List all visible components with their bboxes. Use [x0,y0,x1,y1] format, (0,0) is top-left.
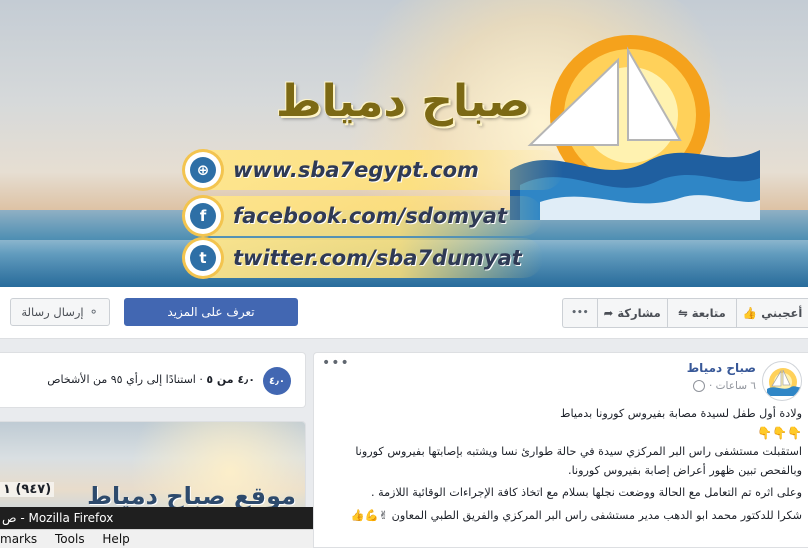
post-meta: ٦ ساعات · [693,380,756,392]
website-banner-text: موقع صباح دمياط [87,482,296,510]
firefox-menu-bar: marks Tools Help [0,529,313,548]
like-button[interactable]: 👍 أعجبني [736,299,808,327]
facebook-link-bar: f facebook.com/sdomyat [183,196,543,236]
follow-label: متابعة [691,306,726,320]
globe-icon: ⊕ [185,152,221,188]
facebook-icon: f [185,198,221,234]
post-options-button[interactable]: ••• [322,355,350,371]
sailboat-sun-logo [510,35,760,220]
menu-tools[interactable]: Tools [55,530,85,548]
rating-summary: ٤٫٠ من ٥ · استنادًا إلى رأي ٩٥ من الأشخا… [47,373,255,386]
globe-icon [693,380,705,392]
twitter-icon: t [185,240,221,276]
rating-card[interactable]: ٤٫٠ ٤٫٠ من ٥ · استنادًا إلى رأي ٩٥ من ال… [0,352,306,408]
post-line: شكرا للدكتور محمد ابو الدهب مدير مستشفى … [350,508,802,522]
website-link-text: www.sba7egypt.com [233,158,479,182]
cover-wordmark: صباح دمياط [275,76,530,127]
share-label: مشاركة [617,306,661,320]
website-banner-image: موقع صباح دمياط [0,422,305,547]
share-icon: ➦ [603,306,614,320]
more-dots-icon: ••• [571,308,589,318]
learn-more-button[interactable]: تعرف على المزيد [124,298,298,326]
menu-bookmarks[interactable]: marks [0,530,37,548]
post-line: وعلى اثره تم التعامل مع الحالة ووضعت نجل… [370,486,802,500]
send-message-label: إرسال رسالة [21,305,84,319]
rating-basis: استنادًا إلى رأي ٩٥ من الأشخاص [47,373,196,386]
follow-icon: ⇋ [678,306,688,320]
page-action-bar: إرسال رسالة ⚬ تعرف على المزيد ••• ➦ مشار… [0,287,808,339]
post-page-name[interactable]: صباح دمياط [687,361,756,375]
post-line: 👇👇👇 [757,425,802,440]
rating-separator: · [199,373,203,386]
post-time[interactable]: ٦ ساعات · [709,380,756,392]
like-label: أعجبني [761,306,803,320]
post-body: ولادة أول طفل لسيدة مصابة بفيروس كورونا … [322,405,802,526]
website-link-bar: ⊕ www.sba7egypt.com [183,150,563,190]
follow-button[interactable]: ⇋ متابعة [666,299,737,327]
rating-score: ٤٫٠ من ٥ [206,373,255,386]
messenger-icon: ⚬ [88,305,99,319]
page-actions-group: ••• ➦ مشاركة ⇋ متابعة 👍 أعجبني [562,298,808,328]
facebook-page: صباح دمياط ⊕ www.sba7egypt.com f faceboo… [0,0,808,548]
post-line: استقبلت مستشفى راس البر المركزي سيدة في … [355,445,802,459]
firefox-title-bar[interactable]: ص - Mozilla Firefox [0,507,313,529]
share-button[interactable]: ➦ مشاركة [596,299,667,327]
more-options-button[interactable]: ••• [563,299,597,327]
menu-help[interactable]: Help [102,530,129,548]
post-line: وبالفحص تبين ظهور أعراض إصابة بفيروس كور… [568,463,802,477]
facebook-link-text: facebook.com/sdomyat [233,204,507,228]
thumbs-up-icon: 👍 [742,306,758,320]
twitter-link-text: twitter.com/sba7dumyat [233,246,522,270]
page-avatar[interactable] [762,361,802,401]
post-card: ••• صباح دمياط ٦ ساعات · ولادة أول طفل ل… [313,352,808,548]
avatar-logo-icon [767,368,800,396]
website-count: (٩٤٧) ١ [0,482,55,497]
twitter-link-bar: t twitter.com/sba7dumyat [183,238,543,278]
post-line: ولادة أول طفل لسيدة مصابة بفيروس كورونا … [560,407,802,420]
cover-photo[interactable]: صباح دمياط ⊕ www.sba7egypt.com f faceboo… [0,0,808,287]
rating-badge: ٤٫٠ [263,367,291,395]
send-message-button[interactable]: إرسال رسالة ⚬ [10,298,110,326]
learn-more-label: تعرف على المزيد [167,305,255,319]
